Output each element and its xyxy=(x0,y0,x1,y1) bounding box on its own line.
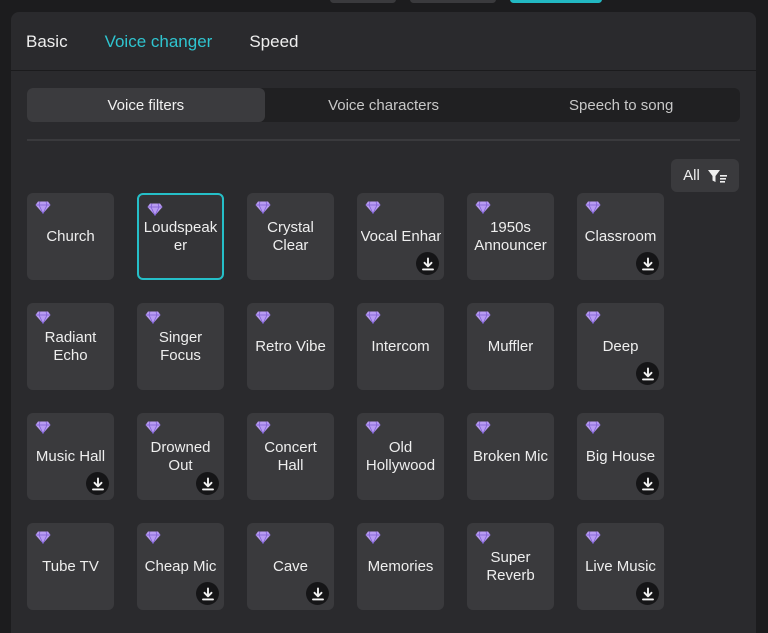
preset-tile[interactable]: Classroom xyxy=(577,193,664,280)
preset-label: Loudspeaker xyxy=(143,218,218,254)
premium-gem-icon xyxy=(475,201,491,215)
subtab-voice-filters[interactable]: Voice filters xyxy=(27,88,265,122)
preset-label: Crystal Clear xyxy=(267,218,314,254)
preset-tile[interactable]: Vocal Enhance... xyxy=(357,193,444,280)
premium-gem-icon xyxy=(585,531,601,545)
download-icon[interactable] xyxy=(196,582,219,605)
download-icon[interactable] xyxy=(86,472,109,495)
preset-tile[interactable]: Live Music xyxy=(577,523,664,610)
preset-label: Church xyxy=(46,227,95,245)
preset-label: Old Hollywood xyxy=(365,438,436,474)
download-icon[interactable] xyxy=(416,252,439,275)
voice-subtab-bar: Voice filters Voice characters Speech to… xyxy=(27,88,740,122)
premium-gem-icon xyxy=(35,311,51,325)
filter-button[interactable]: All xyxy=(671,159,739,192)
preset-label: Drowned Out xyxy=(150,438,211,474)
premium-gem-icon xyxy=(365,201,381,215)
preset-label: Cave xyxy=(272,557,309,575)
preset-tile[interactable]: Church xyxy=(27,193,114,280)
preset-tile[interactable]: Singer Focus xyxy=(137,303,224,390)
download-icon[interactable] xyxy=(636,362,659,385)
voice-filter-grid: Church Loudspeaker Crystal Clear Vocal Enha… xyxy=(27,193,664,610)
preset-tile[interactable]: Loudspeaker xyxy=(137,193,224,280)
top-toolbar-button[interactable] xyxy=(330,0,396,3)
preset-tile[interactable]: Concert Hall xyxy=(247,413,334,500)
premium-gem-icon xyxy=(475,311,491,325)
premium-gem-icon xyxy=(255,311,271,325)
premium-gem-icon xyxy=(145,311,161,325)
premium-gem-icon xyxy=(585,311,601,325)
voice-panel: Basic Voice changer Speed Voice filters … xyxy=(11,12,756,633)
preset-tile[interactable]: Memories xyxy=(357,523,444,610)
section-divider xyxy=(27,139,740,141)
main-tab-bar: Basic Voice changer Speed xyxy=(11,12,756,71)
preset-tile[interactable]: 1950s Announcer xyxy=(467,193,554,280)
preset-tile[interactable]: Tube TV xyxy=(27,523,114,610)
preset-label: Music Hall xyxy=(35,447,106,465)
preset-tile[interactable]: Super Reverb xyxy=(467,523,554,610)
premium-gem-icon xyxy=(475,531,491,545)
premium-gem-icon xyxy=(255,201,271,215)
preset-tile[interactable]: Music Hall xyxy=(27,413,114,500)
preset-label: Intercom xyxy=(371,337,430,355)
premium-gem-icon xyxy=(147,203,163,217)
premium-gem-icon xyxy=(255,531,271,545)
preset-label: Super Reverb xyxy=(486,548,535,584)
download-icon[interactable] xyxy=(636,582,659,605)
premium-gem-icon xyxy=(35,421,51,435)
subtab-speech-to-song[interactable]: Speech to song xyxy=(502,88,740,122)
preset-tile[interactable]: Old Hollywood xyxy=(357,413,444,500)
preset-tile[interactable]: Cave xyxy=(247,523,334,610)
preset-tile[interactable]: Crystal Clear xyxy=(247,193,334,280)
preset-label: Big House xyxy=(585,447,656,465)
preset-tile[interactable]: Radiant Echo xyxy=(27,303,114,390)
preset-tile[interactable]: Intercom xyxy=(357,303,444,390)
premium-gem-icon xyxy=(365,421,381,435)
premium-gem-icon xyxy=(365,311,381,325)
premium-gem-icon xyxy=(255,421,271,435)
preset-label: Vocal Enhance... xyxy=(360,227,441,245)
preset-tile[interactable]: Broken Mic xyxy=(467,413,554,500)
preset-label: Singer Focus xyxy=(158,328,203,364)
preset-label: Radiant Echo xyxy=(44,328,97,364)
download-icon[interactable] xyxy=(196,472,219,495)
premium-gem-icon xyxy=(475,421,491,435)
preset-label: Broken Mic xyxy=(472,447,549,465)
download-icon[interactable] xyxy=(636,252,659,275)
preset-label: 1950s Announcer xyxy=(474,218,547,254)
preset-tile[interactable]: Big House xyxy=(577,413,664,500)
preset-label: Live Music xyxy=(585,557,656,575)
preset-tile[interactable]: Drowned Out xyxy=(137,413,224,500)
download-icon[interactable] xyxy=(306,582,329,605)
premium-gem-icon xyxy=(585,201,601,215)
download-icon[interactable] xyxy=(636,472,659,495)
premium-gem-icon xyxy=(35,201,51,215)
premium-gem-icon xyxy=(145,421,161,435)
filter-icon xyxy=(707,169,727,183)
preset-label: Tube TV xyxy=(42,557,99,575)
filter-label: All xyxy=(683,167,700,184)
preset-label: Concert Hall xyxy=(264,438,317,474)
window-top-edge xyxy=(0,0,768,12)
premium-gem-icon xyxy=(585,421,601,435)
preset-tile[interactable]: Muffler xyxy=(467,303,554,390)
top-toolbar-accent-button[interactable] xyxy=(510,0,602,3)
tab-speed[interactable]: Speed xyxy=(249,33,298,50)
subtab-voice-characters[interactable]: Voice characters xyxy=(265,88,503,122)
preset-tile[interactable]: Retro Vibe xyxy=(247,303,334,390)
preset-label: Cheap Mic xyxy=(144,557,217,575)
preset-tile[interactable]: Deep xyxy=(577,303,664,390)
preset-label: Retro Vibe xyxy=(255,337,326,355)
tab-voice-changer[interactable]: Voice changer xyxy=(105,33,213,50)
preset-label: Deep xyxy=(602,337,639,355)
top-toolbar-button[interactable] xyxy=(410,0,496,3)
preset-label: Memories xyxy=(367,557,434,575)
preset-label: Muffler xyxy=(487,337,534,355)
preset-tile[interactable]: Cheap Mic xyxy=(137,523,224,610)
tab-basic[interactable]: Basic xyxy=(26,33,68,50)
preset-label: Classroom xyxy=(584,227,657,245)
premium-gem-icon xyxy=(145,531,161,545)
premium-gem-icon xyxy=(35,531,51,545)
premium-gem-icon xyxy=(365,531,381,545)
